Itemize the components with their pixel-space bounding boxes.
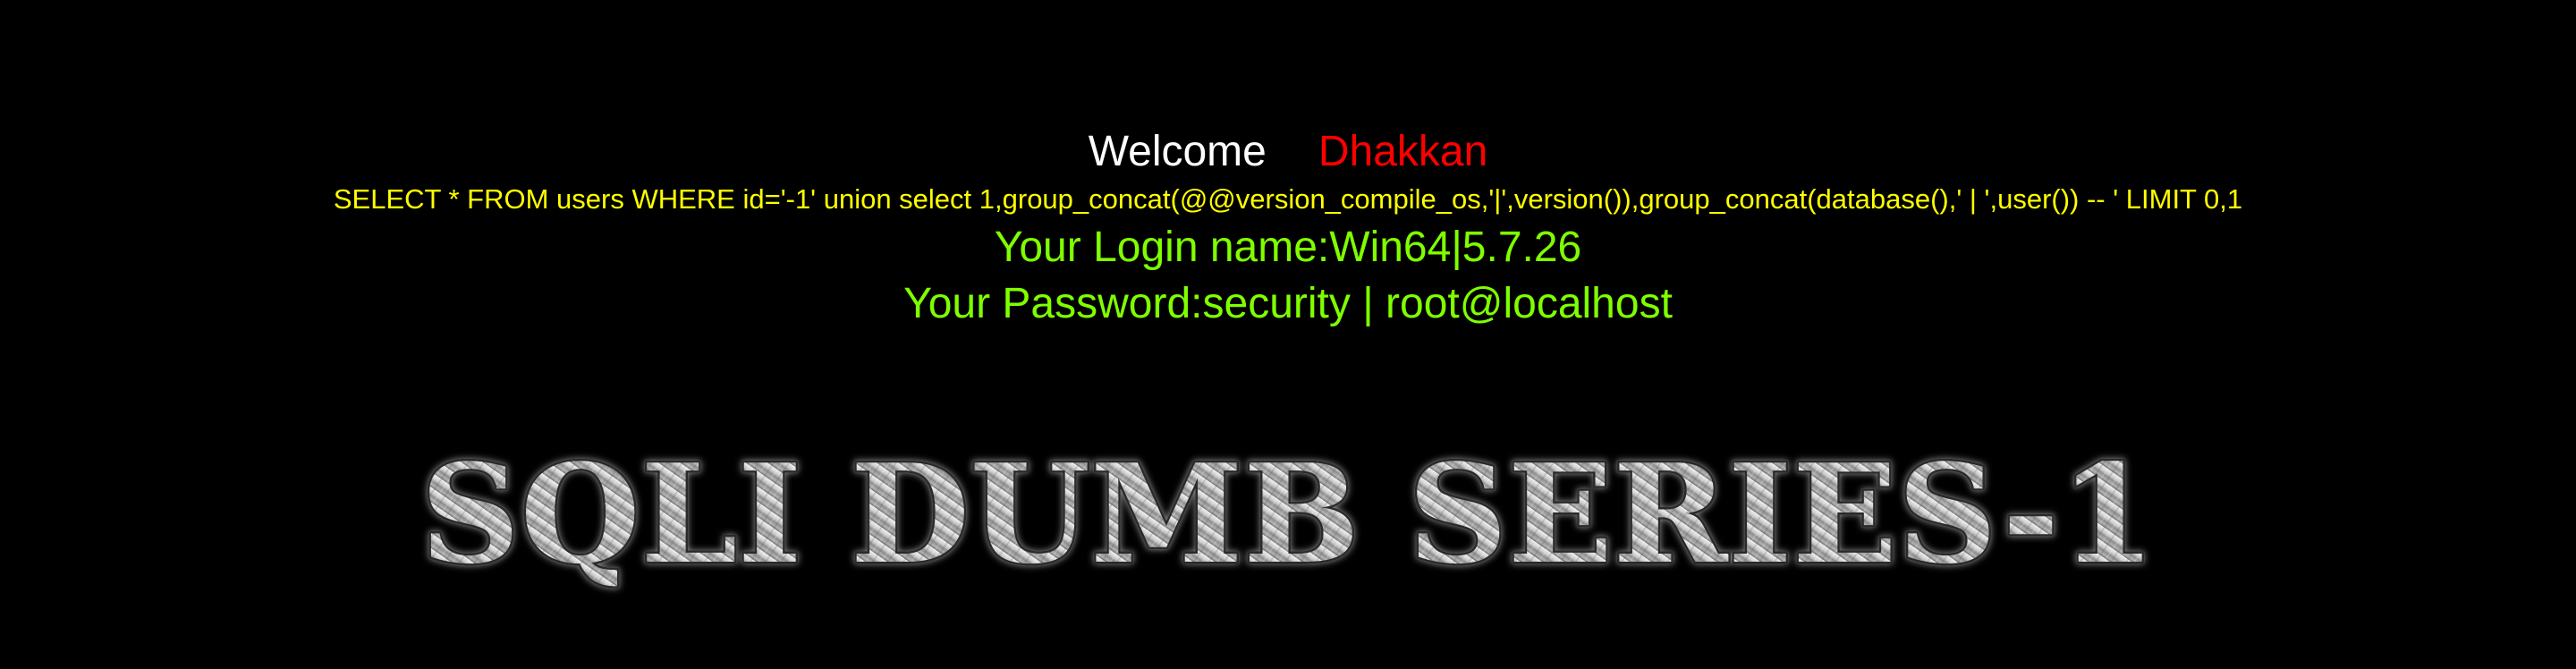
login-name-value: Win64|5.7.26 (1329, 224, 1582, 271)
login-name-result: Your Login name:Win64|5.7.26 (0, 221, 2576, 275)
welcome-greeting: Welcome (1088, 128, 1267, 175)
password-value: security | root@localhost (1202, 280, 1673, 327)
password-label: Your Password: (903, 280, 1203, 327)
welcome-username: Dhakkan (1318, 128, 1488, 175)
password-result: Your Password:security | root@localhost (0, 277, 2576, 331)
sql-query-text: SELECT * FROM users WHERE id='-1' union … (333, 183, 2243, 215)
login-name-label: Your Login name: (994, 224, 1330, 271)
page-content: Welcome Dhakkan SELECT * FROM users WHERE… (0, 0, 2576, 669)
welcome-line: Welcome Dhakkan (0, 125, 2576, 179)
banner-title: SQLI DUMB SERIES-1 (420, 436, 2156, 594)
sqli-dumb-series-banner: SQLI DUMB SERIES-1 (402, 436, 2174, 597)
